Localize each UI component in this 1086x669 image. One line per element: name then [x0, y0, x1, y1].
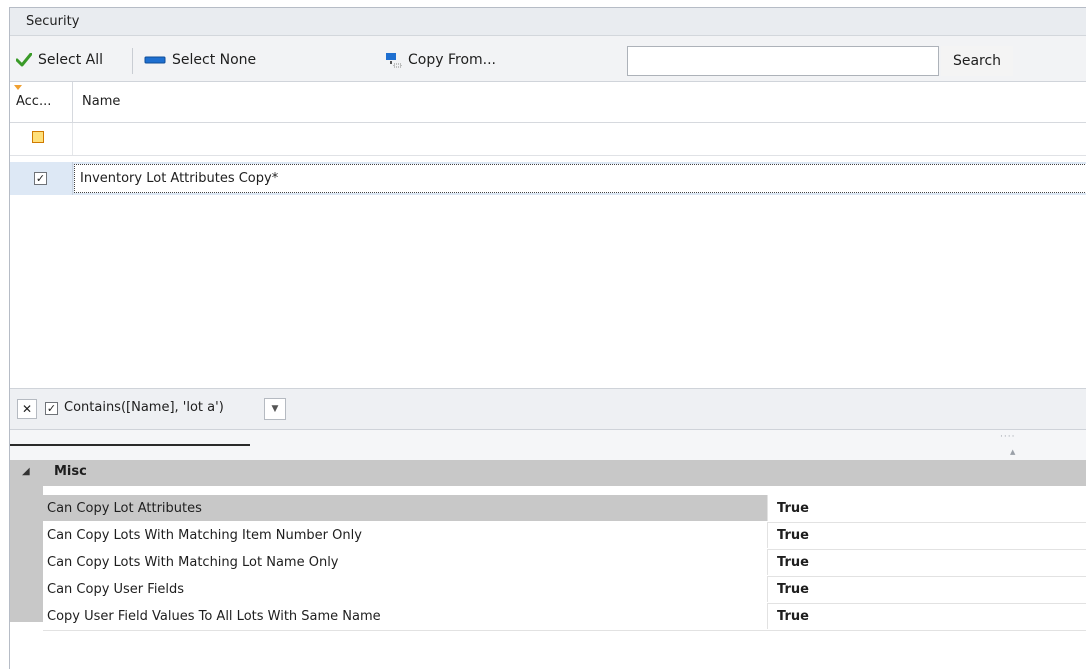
property-grid: ◢ Misc Can Copy Lot Attributes True Can …: [10, 460, 1086, 640]
auto-filter-checkbox-icon[interactable]: [32, 131, 44, 143]
panel-title-bar: Security: [10, 8, 1086, 36]
property-row[interactable]: Copy User Field Values To All Lots With …: [43, 603, 1086, 631]
select-all-button[interactable]: Select All: [12, 48, 107, 72]
property-name: Can Copy Lot Attributes: [43, 495, 768, 521]
property-row[interactable]: Can Copy Lots With Matching Lot Name Onl…: [43, 549, 1086, 577]
property-value[interactable]: True: [777, 495, 1086, 521]
column-divider: [72, 123, 73, 155]
toolbar: Select All Select None Copy From... Sear…: [10, 36, 1086, 82]
copy-from-label: Copy From...: [408, 52, 496, 68]
property-name: Can Copy User Fields: [43, 576, 768, 602]
filter-expression[interactable]: Contains([Name], 'lot a'): [64, 400, 224, 415]
search-input[interactable]: [627, 46, 939, 76]
filter-panel: ✕ ✓ Contains([Name], 'lot a') ▼: [10, 388, 1086, 429]
column-header-name[interactable]: Name: [82, 94, 120, 109]
property-row[interactable]: Can Copy User Fields True: [43, 576, 1086, 604]
clear-filter-icon[interactable]: ✕: [17, 399, 37, 419]
property-value[interactable]: True: [777, 603, 1086, 629]
grid-header: Acc... Name: [10, 82, 1086, 123]
panel-title: Security: [26, 14, 80, 29]
select-none-label: Select None: [172, 52, 257, 68]
column-divider: [72, 162, 73, 195]
row-name-cell[interactable]: Inventory Lot Attributes Copy*: [74, 164, 1086, 193]
property-name: Can Copy Lots With Matching Item Number …: [43, 522, 768, 548]
toolbar-separator: [132, 48, 133, 74]
copy-from-icon: [386, 53, 402, 68]
column-header-access-label: Acc...: [16, 94, 52, 109]
sort-indicator-icon: [14, 85, 22, 90]
search-button[interactable]: Search: [941, 46, 1013, 76]
copy-from-button[interactable]: Copy From...: [380, 48, 500, 72]
property-row[interactable]: Can Copy Lots With Matching Item Number …: [43, 522, 1086, 550]
deselect-icon: [144, 56, 166, 64]
clipped-header: [10, 440, 250, 446]
splitter[interactable]: ···· ▲: [10, 429, 1086, 460]
filter-enabled-checkbox[interactable]: ✓: [45, 402, 58, 415]
auto-filter-row[interactable]: [10, 123, 1086, 156]
collapse-arrow-icon[interactable]: ▲: [1010, 448, 1015, 456]
property-name: Can Copy Lots With Matching Lot Name Onl…: [43, 549, 768, 575]
category-row-misc[interactable]: ◢ Misc: [10, 460, 1086, 486]
property-value[interactable]: True: [777, 522, 1086, 548]
row-access-checkbox[interactable]: ✓: [34, 172, 47, 185]
collapse-triangle-icon[interactable]: ◢: [22, 466, 30, 477]
category-label: Misc: [54, 464, 87, 479]
property-value[interactable]: True: [777, 549, 1086, 575]
security-panel: Security Select All Select None Copy Fro…: [9, 7, 1086, 669]
select-all-label: Select All: [38, 52, 103, 68]
column-header-access[interactable]: Acc...: [10, 82, 73, 122]
splitter-grip-icon[interactable]: ····: [1000, 432, 1015, 442]
select-none-button[interactable]: Select None: [140, 48, 260, 72]
property-name: Copy User Field Values To All Lots With …: [43, 603, 768, 629]
filter-dropdown-icon[interactable]: ▼: [264, 398, 286, 420]
property-row[interactable]: Can Copy Lot Attributes True: [43, 495, 1086, 523]
check-icon: [16, 53, 32, 67]
property-value[interactable]: True: [777, 576, 1086, 602]
table-row[interactable]: ✓ Inventory Lot Attributes Copy*: [10, 162, 1086, 195]
